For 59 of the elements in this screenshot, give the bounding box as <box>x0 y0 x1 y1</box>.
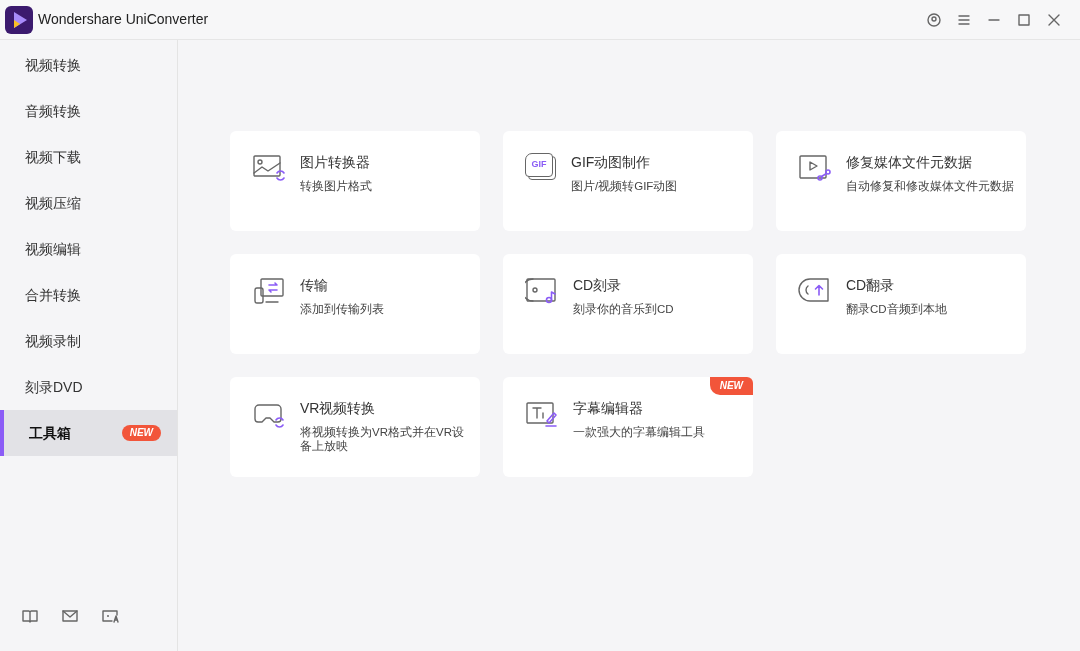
tool-card[interactable]: GIF GIF动图制作 图片/视频转GIF动图 <box>503 131 753 231</box>
sidebar-item-label: 视频录制 <box>25 331 81 351</box>
new-badge: NEW <box>709 377 753 395</box>
tool-card[interactable]: 修复媒体文件元数据 自动修复和修改媒体文件元数据 <box>776 131 1026 231</box>
mail-icon[interactable] <box>62 609 78 623</box>
sidebar-item[interactable]: 视频下载 <box>0 134 177 180</box>
tool-description: 刻录你的音乐到CD <box>573 302 674 316</box>
sidebar-item[interactable]: 合并转换 <box>0 272 177 318</box>
tool-description: 添加到传输列表 <box>300 302 384 316</box>
maximize-icon[interactable] <box>1017 12 1031 27</box>
sidebar-item-label: 音频转换 <box>25 101 81 121</box>
close-icon[interactable] <box>1047 12 1061 27</box>
account-icon[interactable] <box>927 12 941 27</box>
text-edit-icon <box>525 399 559 429</box>
image-convert-icon <box>252 153 286 183</box>
tool-title: 字幕编辑器 <box>573 399 644 417</box>
sidebar-item[interactable]: 视频压缩 <box>0 180 177 226</box>
sidebar-item-label: 视频转换 <box>25 55 81 75</box>
feedback-icon[interactable] <box>102 609 120 623</box>
menu-icon[interactable] <box>957 12 971 27</box>
video-file-icon <box>798 153 832 183</box>
sidebar-item[interactable]: 工具箱 NEW <box>0 410 177 456</box>
sidebar-item[interactable]: 刻录DVD <box>0 364 177 410</box>
disc-music-icon <box>525 276 559 306</box>
tool-description: 一款强大的字幕编辑工具 <box>573 425 705 439</box>
tool-card[interactable]: 图片转换器 转换图片格式 <box>230 131 480 231</box>
tool-title: 修复媒体文件元数据 <box>846 153 973 171</box>
sidebar-item-label: 视频压缩 <box>25 193 81 213</box>
book-icon[interactable] <box>22 609 38 623</box>
sidebar-item[interactable]: 音频转换 <box>0 88 177 134</box>
tool-card[interactable]: 字幕编辑器 一款强大的字幕编辑工具 NEW <box>503 377 753 477</box>
tool-title: CD刻录 <box>573 276 623 294</box>
sidebar-item-label: 合并转换 <box>25 285 81 305</box>
tool-card[interactable]: CD刻录 刻录你的音乐到CD <box>503 254 753 354</box>
sidebar-item[interactable]: 视频编辑 <box>0 226 177 272</box>
tool-description: 将视频转换为VR格式并在VR设备上放映 <box>300 425 465 453</box>
sidebar-item-label: 视频下载 <box>25 147 81 167</box>
tool-title: GIF动图制作 <box>571 153 652 171</box>
tool-card[interactable]: VR视频转换 将视频转换为VR格式并在VR设备上放映 <box>230 377 480 477</box>
gif-file-icon: GIF <box>525 153 557 181</box>
sidebar-item-label: 刻录DVD <box>25 377 83 397</box>
tool-description: 自动修复和修改媒体文件元数据 <box>846 179 1014 193</box>
tool-title: 传输 <box>300 276 329 294</box>
tool-title: 图片转换器 <box>300 153 371 171</box>
tool-description: 图片/视频转GIF动图 <box>571 179 678 193</box>
tool-description: 转换图片格式 <box>300 179 372 193</box>
app-logo-icon <box>5 5 33 34</box>
sidebar-item-label: 工具箱 <box>29 423 71 443</box>
sidebar-item[interactable]: 视频转换 <box>0 42 177 88</box>
tool-title: VR视频转换 <box>300 399 377 417</box>
tool-card[interactable]: 传输 添加到传输列表 <box>230 254 480 354</box>
devices-icon <box>252 276 286 306</box>
tool-card[interactable]: CD翻录 翻录CD音频到本地 <box>776 254 1026 354</box>
tool-title: CD翻录 <box>846 276 896 294</box>
tool-description: 翻录CD音频到本地 <box>846 302 947 316</box>
sidebar-item-label: 视频编辑 <box>25 239 81 259</box>
new-badge: NEW <box>121 425 161 441</box>
sidebar-item[interactable]: 视频录制 <box>0 318 177 364</box>
window-title: Wondershare UniConverter <box>38 10 209 29</box>
